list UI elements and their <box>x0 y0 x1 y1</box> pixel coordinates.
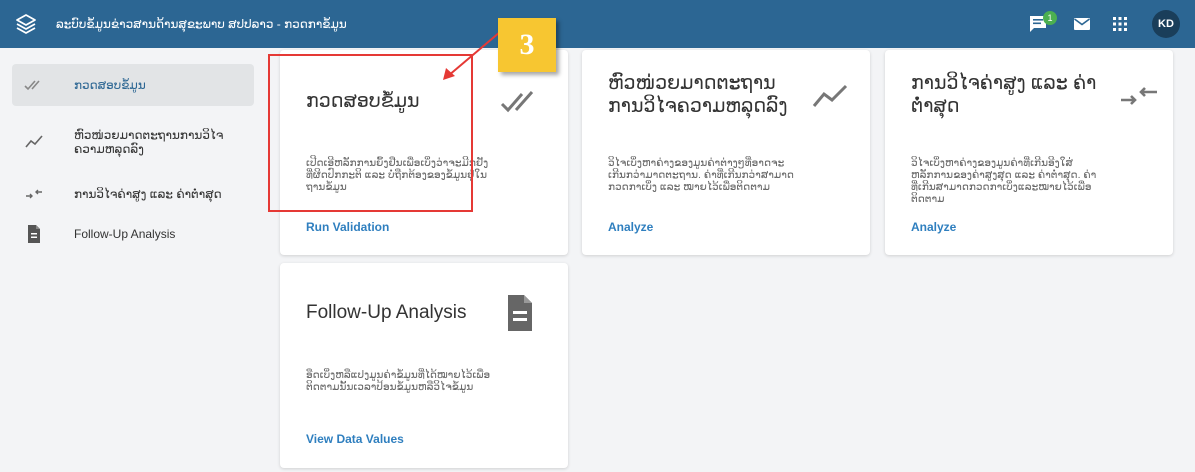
card-title: ການວິໄຈຄ່າສູງ ແລະ ຄ່າຕໍ່າສຸດ <box>911 73 1097 117</box>
document-icon <box>22 222 46 246</box>
user-avatar[interactable]: KD <box>1152 10 1180 38</box>
view-data-values-button[interactable]: View Data Values <box>306 432 404 446</box>
card-min-max-outlier: ການວິໄຈຄ່າສູງ ແລະ ຄ່າຕໍ່າສຸດ ວິໄຈເບິ່ງຫາ… <box>885 50 1173 255</box>
card-std-dev-outlier: ຫົວໜ່ວຍມາດຕະຖານການວິໄຈຄວາມຫລຸດລົງ ວິໄຈເບ… <box>582 50 870 255</box>
compress-arrows-icon <box>22 182 46 206</box>
sidebar-item-label: Follow-Up Analysis <box>74 227 176 241</box>
mail-icon[interactable] <box>1072 14 1092 34</box>
card-title: ຫົວໜ່ວຍມາດຕະຖານການວິໄຈຄວາມຫລຸດລົງ <box>608 73 788 117</box>
sidebar-item-min-max-outlier[interactable]: ການວິໄຈຄ່າສູງ ແລະ ຄ່າຕໍ່າສຸດ <box>12 174 254 214</box>
double-check-icon <box>500 91 534 113</box>
analyze-std-dev-button[interactable]: Analyze <box>608 220 653 234</box>
app-logo-icon[interactable] <box>14 12 38 36</box>
compress-arrows-icon <box>1121 87 1157 105</box>
top-app-bar: ລະບົບຂໍ້ມູນຂ່າວສານດ້ານສຸຂະພາບ ສປປລາວ - ກ… <box>0 0 1195 48</box>
sidebar-item-std-dev-outlier[interactable]: ຫົວໜ່ວຍມາດຕະຖານການວິໄຈຄວາມຫລຸດລົງ <box>12 118 254 166</box>
sidebar-item-data-validation[interactable]: ກວດສອບຂໍ້ມູນ <box>12 64 254 106</box>
card-description: ວິໄຈເບິ່ງຫາຄ່າງຂອງມູນຄ່າທີ່ເກີນອີງໃສ່ຫລັ… <box>911 157 1097 205</box>
double-check-icon <box>22 73 46 97</box>
card-title: Follow-Up Analysis <box>306 302 467 323</box>
sidebar: ກວດສອບຂໍ້ມູນ ຫົວໜ່ວຍມາດຕະຖານການວິໄຈຄວາມຫ… <box>0 48 260 472</box>
apps-grid-icon[interactable] <box>1110 14 1130 34</box>
trend-line-icon <box>812 84 848 107</box>
sidebar-item-label: ການວິໄຈຄ່າສູງ ແລະ ຄ່າຕໍ່າສຸດ <box>74 187 222 201</box>
step-badge: 3 <box>498 18 556 72</box>
run-validation-button[interactable]: Run Validation <box>306 220 389 234</box>
card-follow-up-analysis: Follow-Up Analysis ອືດເບິ່ງຫລືແປງມູນຄ່າຂ… <box>280 263 568 468</box>
card-description: ອືດເບິ່ງຫລືແປງມູນຄ່າຂໍ້ມູນທີ່ໄດ້ໝາຍໄວ້ເພ… <box>306 369 491 393</box>
notification-badge: 1 <box>1043 11 1057 25</box>
document-icon <box>508 295 532 331</box>
trend-line-icon <box>22 130 46 154</box>
highlight-box <box>268 54 473 212</box>
sidebar-item-label: ກວດສອບຂໍ້ມູນ <box>74 78 146 92</box>
card-description: ວິໄຈເບິ່ງຫາຄ່າງຂອງມູນຄ່າຕ່າງໆທີ່ອາດຈະເກີ… <box>608 157 794 193</box>
analyze-min-max-button[interactable]: Analyze <box>911 220 956 234</box>
sidebar-item-label: ຫົວໜ່ວຍມາດຕະຖານການວິໄຈຄວາມຫລຸດລົງ <box>74 128 224 156</box>
app-title: ລະບົບຂໍ້ມູນຂ່າວສານດ້ານສຸຂະພາບ ສປປລາວ - ກ… <box>56 17 347 31</box>
sidebar-item-follow-up[interactable]: Follow-Up Analysis <box>12 214 254 254</box>
